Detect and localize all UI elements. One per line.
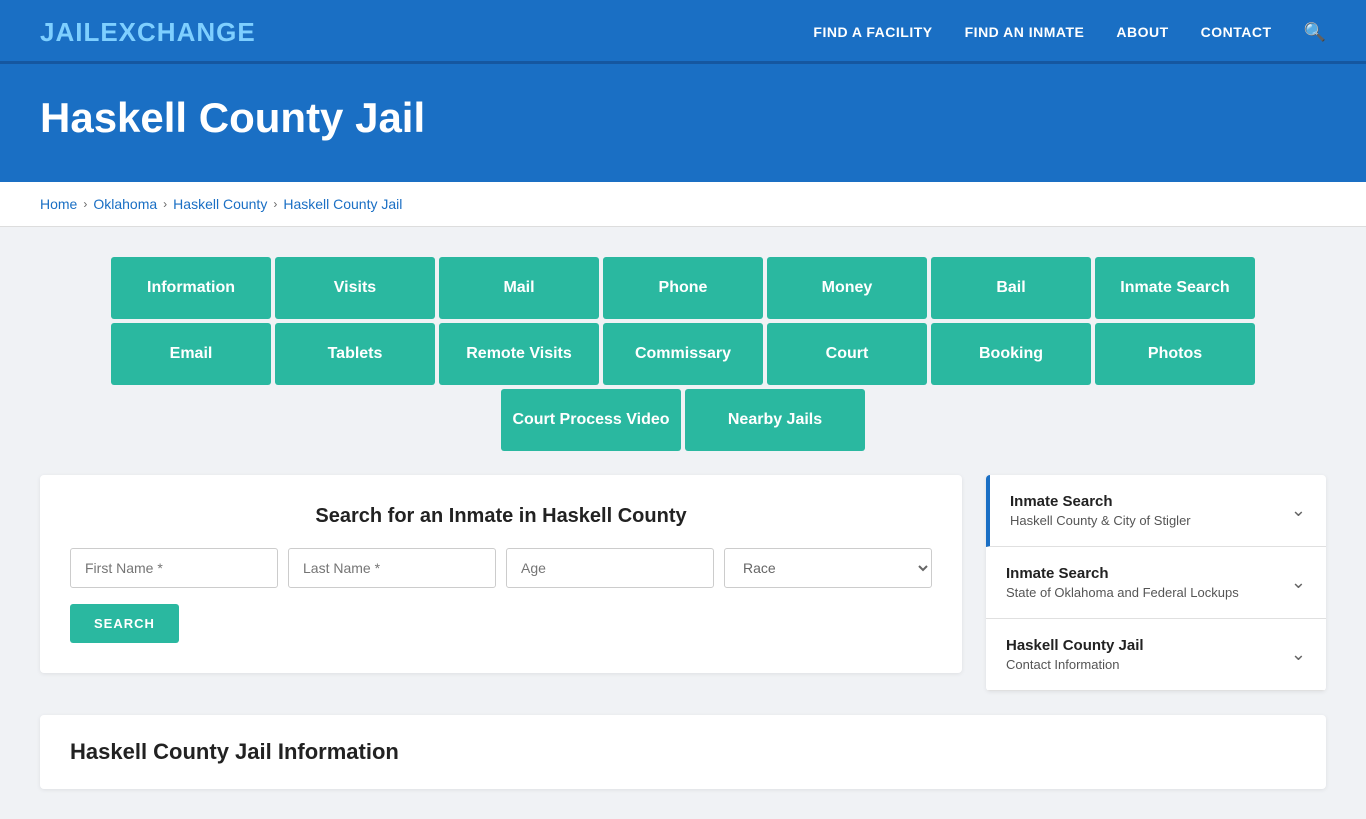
btn-phone[interactable]: Phone xyxy=(603,257,763,319)
search-button[interactable]: SEARCH xyxy=(70,604,179,643)
chevron-down-icon-3: ⌄ xyxy=(1291,644,1306,665)
grid-row-3: Court Process Video Nearby Jails xyxy=(40,389,1326,451)
btn-booking[interactable]: Booking xyxy=(931,323,1091,385)
sidebar-subtitle-2: State of Oklahoma and Federal Lockups xyxy=(1006,585,1239,600)
sidebar-subtitle-1: Haskell County & City of Stigler xyxy=(1010,513,1191,528)
sidebar-panels: Inmate Search Haskell County & City of S… xyxy=(986,475,1326,691)
bottom-title: Haskell County Jail Information xyxy=(70,739,1296,765)
page-title: Haskell County Jail xyxy=(40,94,1326,142)
search-icon[interactable]: 🔍 xyxy=(1304,22,1326,43)
inmate-search-panel: Search for an Inmate in Haskell County R… xyxy=(40,475,962,673)
btn-mail[interactable]: Mail xyxy=(439,257,599,319)
navbar: JAILEXCHANGE FIND A FACILITY FIND AN INM… xyxy=(0,0,1366,64)
search-title: Search for an Inmate in Haskell County xyxy=(70,505,932,528)
btn-court-process-video[interactable]: Court Process Video xyxy=(501,389,681,451)
sidebar-subtitle-3: Contact Information xyxy=(1006,657,1144,672)
hero-section: Haskell County Jail xyxy=(0,64,1366,182)
btn-money[interactable]: Money xyxy=(767,257,927,319)
breadcrumb: Home › Oklahoma › Haskell County › Haske… xyxy=(40,196,1326,212)
race-select[interactable]: Race White Black Hispanic Asian Other xyxy=(724,548,932,588)
breadcrumb-sep-1: › xyxy=(83,197,87,211)
btn-tablets[interactable]: Tablets xyxy=(275,323,435,385)
breadcrumb-bar: Home › Oklahoma › Haskell County › Haske… xyxy=(0,182,1366,227)
btn-commissary[interactable]: Commissary xyxy=(603,323,763,385)
site-logo[interactable]: JAILEXCHANGE xyxy=(40,17,256,48)
bottom-section: Haskell County Jail Information xyxy=(40,715,1326,789)
age-input[interactable] xyxy=(506,548,714,588)
nav-links: FIND A FACILITY FIND AN INMATE ABOUT CON… xyxy=(813,22,1326,43)
chevron-down-icon-1: ⌄ xyxy=(1291,500,1306,521)
breadcrumb-haskell-county[interactable]: Haskell County xyxy=(173,196,267,212)
nav-contact[interactable]: CONTACT xyxy=(1201,24,1272,40)
breadcrumb-home[interactable]: Home xyxy=(40,196,77,212)
btn-email[interactable]: Email xyxy=(111,323,271,385)
last-name-input[interactable] xyxy=(288,548,496,588)
logo-exchange: EXCHANGE xyxy=(100,17,255,47)
sidebar-item-contact-info[interactable]: Haskell County Jail Contact Information … xyxy=(986,619,1326,691)
sidebar-item-oklahoma-search[interactable]: Inmate Search State of Oklahoma and Fede… xyxy=(986,547,1326,619)
btn-nearby-jails[interactable]: Nearby Jails xyxy=(685,389,865,451)
grid-row-2: Email Tablets Remote Visits Commissary C… xyxy=(40,323,1326,385)
btn-court[interactable]: Court xyxy=(767,323,927,385)
breadcrumb-sep-2: › xyxy=(163,197,167,211)
grid-row-1: Information Visits Mail Phone Money Bail… xyxy=(40,257,1326,319)
btn-photos[interactable]: Photos xyxy=(1095,323,1255,385)
breadcrumb-sep-3: › xyxy=(273,197,277,211)
sidebar-item-text-2: Inmate Search State of Oklahoma and Fede… xyxy=(1006,565,1239,600)
sidebar-item-haskell-search[interactable]: Inmate Search Haskell County & City of S… xyxy=(986,475,1326,547)
breadcrumb-oklahoma[interactable]: Oklahoma xyxy=(93,196,157,212)
logo-jail: JAIL xyxy=(40,17,100,47)
sidebar-item-text-1: Inmate Search Haskell County & City of S… xyxy=(1010,493,1191,528)
sidebar-item-text-3: Haskell County Jail Contact Information xyxy=(1006,637,1144,672)
sidebar-title-1: Inmate Search xyxy=(1010,493,1191,510)
breadcrumb-current: Haskell County Jail xyxy=(283,196,402,212)
search-fields: Race White Black Hispanic Asian Other xyxy=(70,548,932,588)
sidebar-title-2: Inmate Search xyxy=(1006,565,1239,582)
navigation-grid: Information Visits Mail Phone Money Bail… xyxy=(40,257,1326,451)
first-name-input[interactable] xyxy=(70,548,278,588)
btn-remote-visits[interactable]: Remote Visits xyxy=(439,323,599,385)
lower-section: Search for an Inmate in Haskell County R… xyxy=(40,475,1326,691)
btn-information[interactable]: Information xyxy=(111,257,271,319)
nav-find-inmate[interactable]: FIND AN INMATE xyxy=(965,24,1085,40)
chevron-down-icon-2: ⌄ xyxy=(1291,572,1306,593)
nav-find-facility[interactable]: FIND A FACILITY xyxy=(813,24,932,40)
sidebar-title-3: Haskell County Jail xyxy=(1006,637,1144,654)
nav-about[interactable]: ABOUT xyxy=(1116,24,1168,40)
main-content: Information Visits Mail Phone Money Bail… xyxy=(0,227,1366,819)
btn-bail[interactable]: Bail xyxy=(931,257,1091,319)
btn-visits[interactable]: Visits xyxy=(275,257,435,319)
btn-inmate-search[interactable]: Inmate Search xyxy=(1095,257,1255,319)
